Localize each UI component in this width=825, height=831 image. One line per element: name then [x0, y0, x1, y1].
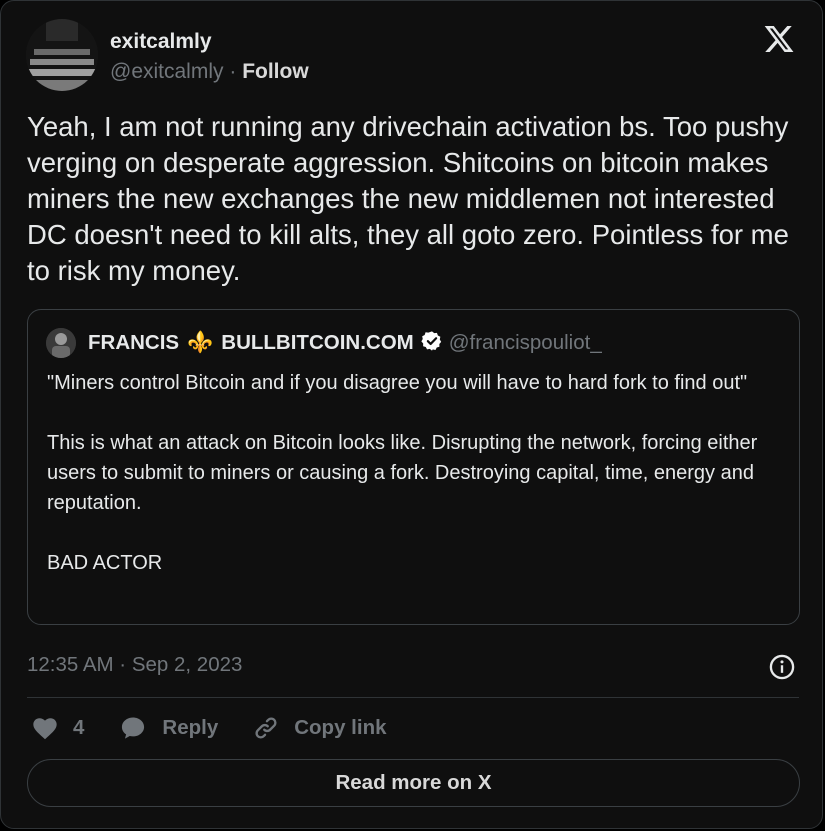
author-handle[interactable]: @exitcalmly	[110, 60, 224, 83]
divider	[27, 697, 799, 698]
read-more-button[interactable]: Read more on X	[27, 759, 800, 807]
author-block: exitcalmly @exitcalmly · Follow	[110, 29, 309, 85]
quoted-tweet[interactable]: FRANCIS ⚜️ BULLBITCOIN.COM @francispouli…	[27, 309, 800, 625]
action-bar: 4 Reply Copy link	[31, 714, 387, 742]
reply-icon	[122, 717, 145, 739]
quote-text: "Miners control Bitcoin and if you disag…	[47, 368, 782, 578]
author-handle-line: @exitcalmly · Follow	[110, 59, 309, 85]
quote-paragraph: This is what an attack on Bitcoin looks …	[47, 432, 758, 514]
author-name[interactable]: exitcalmly	[110, 29, 309, 55]
tweet-timestamp[interactable]: 12:35 AM · Sep 2, 2023	[27, 653, 242, 677]
link-icon	[255, 717, 277, 739]
quote-avatar	[46, 328, 76, 358]
fleur-de-lis-icon: ⚜️	[187, 331, 214, 354]
tweet-text: Yeah, I am not running any drivechain ac…	[27, 111, 789, 286]
follow-button[interactable]: Follow	[242, 60, 309, 83]
like-count: 4	[73, 716, 85, 739]
heart-icon	[33, 718, 57, 740]
copy-link-button[interactable]: Copy link	[252, 714, 387, 742]
quote-author-name-part1: FRANCIS	[88, 331, 180, 354]
tweet-card: exitcalmly @exitcalmly · Follow Yeah, I …	[0, 0, 823, 829]
quote-paragraph: "Miners control Bitcoin and if you disag…	[47, 372, 748, 394]
x-logo-icon[interactable]	[763, 23, 795, 55]
quote-paragraph: BAD ACTOR	[47, 552, 163, 574]
author-avatar[interactable]	[26, 19, 98, 91]
reply-button[interactable]: Reply	[118, 714, 218, 742]
copy-link-label: Copy link	[294, 716, 387, 739]
reply-label: Reply	[162, 716, 219, 739]
info-icon[interactable]	[768, 653, 796, 681]
like-button[interactable]: 4	[31, 714, 84, 742]
handle-separator: ·	[223, 60, 243, 83]
quote-author-handle: @francispouliot_	[448, 331, 602, 354]
quote-author-name-part2: BULLBITCOIN.COM	[221, 331, 414, 354]
quote-header: FRANCIS ⚜️ BULLBITCOIN.COM @francispouli…	[46, 328, 602, 358]
verified-icon	[421, 330, 443, 357]
